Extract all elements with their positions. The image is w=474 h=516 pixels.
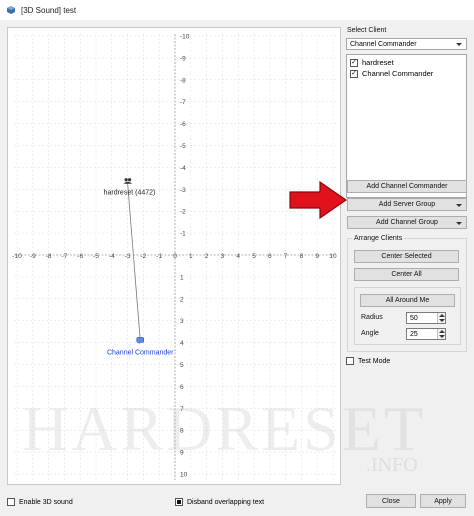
client-list[interactable]: ✓ hardreset ✓ Channel Commander xyxy=(346,54,467,198)
add-channel-group-button[interactable]: Add Channel Group xyxy=(347,216,467,229)
chevron-down-icon xyxy=(456,221,462,225)
add-server-group-label: Add Server Group xyxy=(378,201,436,208)
y-tick-label: -6 xyxy=(180,121,186,128)
select-client-label: Select Client xyxy=(347,27,387,34)
radius-label: Radius xyxy=(361,314,383,321)
x-tick-label: -2 xyxy=(141,253,147,260)
all-around-me-button[interactable]: All Around Me xyxy=(360,294,455,307)
x-tick-label: 1 xyxy=(189,253,193,260)
y-tick-label: -1 xyxy=(180,231,186,238)
add-channel-commander-button[interactable]: Add Channel Commander xyxy=(347,180,467,193)
spin-down-icon[interactable] xyxy=(439,319,445,322)
spin-down-icon[interactable] xyxy=(439,335,445,338)
y-tick-label: 2 xyxy=(180,296,184,303)
client-label-channel-commander: Channel Commander xyxy=(107,349,174,356)
x-tick-label: 8 xyxy=(300,253,304,260)
client-list-item-channel-commander[interactable]: ✓ Channel Commander xyxy=(350,69,433,78)
enable-3d-sound-checkbox[interactable] xyxy=(7,498,15,506)
x-tick-label: -8 xyxy=(46,253,52,260)
x-tick-label: -9 xyxy=(30,253,36,260)
x-tick-label: -6 xyxy=(77,253,83,260)
angle-spinbox[interactable]: 25 xyxy=(406,328,446,340)
disband-overlapping-checkbox[interactable] xyxy=(175,498,183,506)
user-group-icon xyxy=(124,178,128,182)
y-tick-label: -10 xyxy=(180,34,190,41)
y-tick-label: 1 xyxy=(180,274,184,281)
user-group-icon-body xyxy=(123,181,133,184)
test-mode-checkbox[interactable] xyxy=(346,357,354,365)
close-button[interactable]: Close xyxy=(366,494,416,508)
y-tick-label: -9 xyxy=(180,55,186,62)
x-tick-label: -7 xyxy=(62,253,68,260)
client-connector-line xyxy=(127,182,141,341)
y-tick-label: -5 xyxy=(180,143,186,150)
x-tick-label: 9 xyxy=(315,253,319,260)
checkbox-hardreset[interactable]: ✓ xyxy=(350,58,358,67)
y-tick-label: 4 xyxy=(180,340,184,347)
x-tick-label: 5 xyxy=(252,253,256,260)
x-tick-label: -10 xyxy=(12,253,22,260)
add-server-group-button[interactable]: Add Server Group xyxy=(347,198,467,211)
speech-bubble-icon xyxy=(136,337,144,343)
test-mode-label: Test Mode xyxy=(358,357,391,365)
title-bar: [3D Sound] test xyxy=(0,0,474,20)
x-tick-label: 4 xyxy=(236,253,240,260)
x-tick-label: 2 xyxy=(205,253,209,260)
radius-spin-buttons[interactable] xyxy=(437,313,445,323)
select-client-dropdown[interactable]: Channel Commander xyxy=(346,38,467,50)
x-tick-label: 7 xyxy=(284,253,288,260)
center-all-button[interactable]: Center All xyxy=(354,268,459,281)
x-tick-label: -1 xyxy=(156,253,162,260)
radius-value: 50 xyxy=(410,314,418,322)
client-list-item-label: hardreset xyxy=(362,58,394,67)
add-channel-group-label: Add Channel Group xyxy=(376,219,438,226)
chevron-down-icon xyxy=(456,203,462,207)
checkbox-channel-commander[interactable]: ✓ xyxy=(350,69,358,78)
test-mode-toggle[interactable]: Test Mode xyxy=(346,357,390,365)
enable-3d-sound-toggle[interactable]: Enable 3D sound xyxy=(7,496,73,508)
angle-value: 25 xyxy=(410,330,418,338)
user-group-icon-part xyxy=(128,178,132,182)
window-title: [3D Sound] test xyxy=(21,5,77,15)
spin-up-icon[interactable] xyxy=(439,330,445,333)
center-selected-button[interactable]: Center Selected xyxy=(354,250,459,263)
x-tick-label: -4 xyxy=(109,253,115,260)
x-tick-label: 6 xyxy=(268,253,272,260)
red-arrow-icon xyxy=(289,180,348,220)
x-tick-label: -3 xyxy=(125,253,131,260)
y-tick-label: -8 xyxy=(180,77,186,84)
y-tick-label: -7 xyxy=(180,99,186,106)
angle-label: Angle xyxy=(361,330,379,337)
y-tick-label: 5 xyxy=(180,362,184,369)
y-tick-label: -4 xyxy=(180,165,186,172)
x-tick-label: -5 xyxy=(93,253,99,260)
chevron-down-icon xyxy=(456,43,462,46)
client-list-item-label: Channel Commander xyxy=(362,69,434,78)
spin-up-icon[interactable] xyxy=(439,314,445,317)
select-client-value: Channel Commander xyxy=(350,40,417,48)
client-label-hardreset: hardreset (4472) xyxy=(104,190,156,197)
disband-overlapping-label: Disband overlapping text xyxy=(187,498,265,506)
angle-spin-buttons[interactable] xyxy=(437,329,445,339)
disband-overlapping-toggle[interactable]: Disband overlapping text xyxy=(175,496,264,508)
arrange-clients-label: Arrange Clients xyxy=(352,235,405,242)
y-tick-label: -3 xyxy=(180,187,186,194)
enable-3d-sound-label: Enable 3D sound xyxy=(19,498,73,506)
y-tick-label: -2 xyxy=(180,209,186,216)
radius-spinbox[interactable]: 50 xyxy=(406,312,446,324)
right-panel: Select Client Channel Commander ✓ hardre… xyxy=(343,22,470,482)
client-list-item-hardreset[interactable]: ✓ hardreset xyxy=(350,58,394,67)
y-tick-label: 3 xyxy=(180,318,184,325)
y-tick-label: 6 xyxy=(180,384,184,391)
x-tick-label: 3 xyxy=(221,253,225,260)
y-tick-label: 10 xyxy=(180,472,188,479)
x-tick-label: 10 xyxy=(329,253,337,260)
app-logo-icon xyxy=(7,6,15,14)
apply-button[interactable]: Apply xyxy=(420,494,466,508)
x-tick-label: 0 xyxy=(173,253,177,260)
